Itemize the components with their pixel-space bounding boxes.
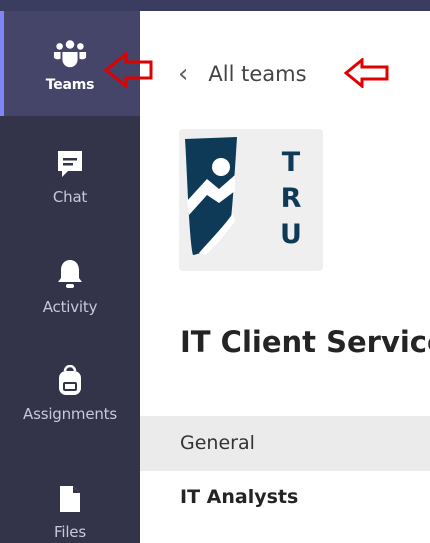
app-bar-item-chat[interactable]: Chat xyxy=(0,146,140,226)
channel-item-it-analysts[interactable]: IT Analysts xyxy=(180,486,298,508)
back-to-all-teams[interactable]: ‹ All teams xyxy=(178,56,307,92)
annotation-arrow-icon xyxy=(104,52,153,88)
app-bar-item-assignments[interactable]: Assignments xyxy=(0,363,140,445)
backpack-icon xyxy=(53,363,87,399)
bell-icon xyxy=(53,256,87,292)
logo-letter: R xyxy=(281,183,302,214)
file-icon xyxy=(53,481,87,517)
channel-label: General xyxy=(180,432,255,454)
team-name: IT Client Services xyxy=(180,325,430,359)
app-bar-item-activity[interactable]: Activity xyxy=(0,256,140,336)
app-bar-item-files[interactable]: Files xyxy=(0,481,140,543)
annotation-arrow-icon xyxy=(344,58,389,88)
app-bar-label: Assignments xyxy=(23,405,117,423)
window-top-strip xyxy=(0,0,430,11)
app-bar-label: Files xyxy=(54,523,86,541)
logo-letter: T xyxy=(282,147,301,178)
logo-letter: U xyxy=(280,219,302,250)
back-label[interactable]: All teams xyxy=(208,62,306,86)
app-bar-label: Chat xyxy=(52,188,88,206)
team-logo: T R U xyxy=(179,129,323,271)
chevron-left-icon: ‹ xyxy=(178,59,189,89)
chat-icon xyxy=(53,146,87,182)
teams-icon xyxy=(53,35,87,71)
app-bar-label: Activity xyxy=(42,298,98,316)
app-bar: Teams Chat Activity Assignments Files xyxy=(0,11,140,543)
channel-item-general[interactable]: General xyxy=(140,416,430,471)
app-bar-label: Teams xyxy=(45,76,95,93)
